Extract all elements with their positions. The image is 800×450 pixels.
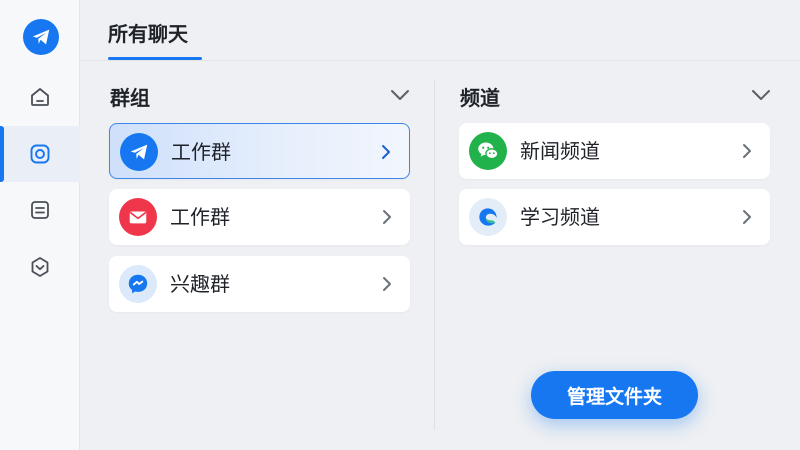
sidebar-item-documents[interactable] (0, 182, 80, 238)
group-avatar (120, 133, 158, 171)
wechat-icon (478, 142, 499, 160)
channels-section-title: 频道 (460, 86, 500, 110)
group-avatar (119, 198, 157, 236)
chevron-right-icon (383, 277, 391, 291)
channel-item-label: 新闻频道 (520, 139, 600, 163)
edge-browser-icon (479, 208, 497, 226)
tab-all-chats[interactable]: 所有聊天 (108, 18, 188, 58)
document-icon (31, 201, 49, 219)
chevron-down-icon[interactable] (389, 86, 411, 104)
group-avatar (119, 265, 157, 303)
column-divider (434, 80, 435, 430)
chat-circle-icon (30, 144, 50, 164)
chevron-right-icon (743, 210, 751, 224)
chevron-right-icon (383, 210, 391, 224)
group-item-work-2[interactable]: 工作群 (109, 189, 410, 245)
channel-item-news[interactable]: 新闻频道 (459, 123, 770, 179)
channel-avatar (469, 132, 507, 170)
sidebar-item-home[interactable] (0, 69, 80, 125)
group-item-label: 兴趣群 (170, 272, 230, 296)
paper-plane-icon (130, 144, 148, 160)
channel-item-study[interactable]: 学习频道 (459, 189, 770, 245)
sidebar-item-verified[interactable] (0, 239, 80, 295)
mail-icon (129, 211, 147, 224)
header-divider (80, 60, 800, 61)
sidebar-item-chats[interactable] (0, 126, 80, 182)
sidebar (0, 0, 80, 450)
chevron-down-icon[interactable] (750, 86, 772, 104)
group-item-work-1[interactable]: 工作群 (109, 123, 410, 179)
channel-item-label: 学习频道 (520, 205, 600, 229)
channel-avatar (469, 198, 507, 236)
app-logo (23, 19, 59, 55)
manage-folders-button[interactable]: 管理文件夹 (531, 371, 698, 419)
check-shield-icon (31, 257, 49, 277)
chevron-right-icon (743, 144, 751, 158)
group-item-label: 工作群 (171, 140, 231, 164)
messenger-icon (128, 274, 148, 294)
group-item-interest[interactable]: 兴趣群 (109, 256, 410, 312)
chevron-right-icon (382, 145, 390, 159)
paper-plane-icon (32, 29, 50, 45)
group-item-label: 工作群 (170, 205, 230, 229)
home-icon (31, 88, 49, 106)
groups-section-title: 群组 (110, 86, 150, 110)
